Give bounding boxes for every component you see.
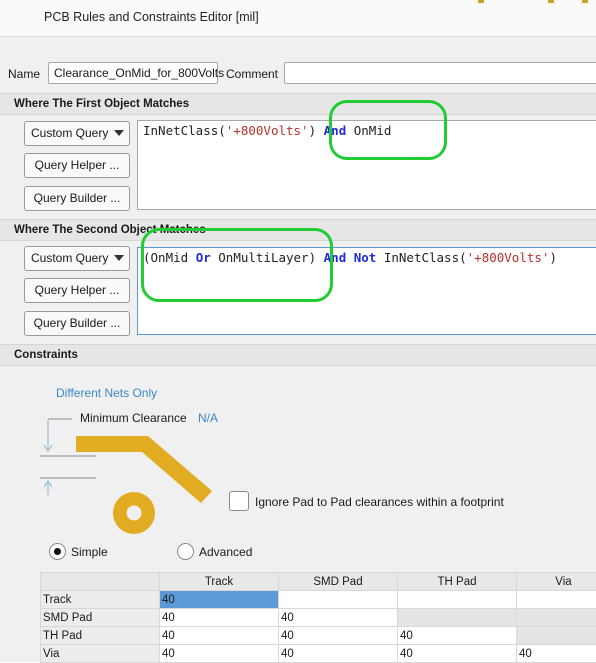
clearance-cell	[398, 591, 517, 609]
first-query-type-label: Custom Query	[31, 126, 108, 140]
clearance-cell[interactable]: 40	[160, 609, 279, 627]
clearance-cell	[517, 609, 596, 627]
comment-label: Comment	[226, 67, 278, 81]
window-title: PCB Rules and Constraints Editor [mil]	[44, 10, 259, 24]
min-clearance-value[interactable]: N/A	[198, 411, 218, 425]
clearance-cell	[517, 627, 596, 645]
advanced-mode-label: Advanced	[199, 545, 252, 559]
query-keyword: And	[324, 250, 347, 265]
column-header: SMD Pad	[279, 573, 398, 591]
clearance-cell[interactable]: 40	[398, 627, 517, 645]
second-query-editor[interactable]: (OnMid Or OnMultiLayer) And Not InNetCla…	[137, 247, 596, 335]
first-object-header: Where The First Object Matches	[0, 93, 596, 115]
chevron-down-icon	[114, 130, 124, 136]
clearance-cell	[517, 591, 596, 609]
first-query-builder-button[interactable]: Query Builder ...	[24, 186, 130, 211]
name-label: Name	[8, 67, 40, 81]
row-header: SMD Pad	[41, 609, 160, 627]
query-token: (OnMid	[143, 250, 196, 265]
query-token: )	[549, 250, 557, 265]
query-string: '+800Volts'	[226, 123, 309, 138]
second-query-type-label: Custom Query	[31, 251, 108, 265]
clearance-cell[interactable]: 40	[279, 645, 398, 663]
clearance-cell	[279, 591, 398, 609]
row-header: Track	[41, 591, 160, 609]
clearance-cell[interactable]: 40	[398, 645, 517, 663]
second-object-header: Where The Second Object Matches	[0, 219, 596, 241]
second-query-helper-button[interactable]: Query Helper ...	[24, 278, 130, 303]
query-token: OnMid	[346, 123, 391, 138]
table-row: SMD Pad 40 40	[41, 609, 596, 627]
rule-comment-field[interactable]	[284, 62, 596, 84]
row-header: TH Pad	[41, 627, 160, 645]
query-keyword: And	[324, 123, 347, 138]
simple-mode-radio[interactable]	[49, 543, 66, 560]
rule-editor-panel: Name Clearance_OnMid_for_800Volts Commen…	[0, 36, 596, 662]
ignore-pad-label: Ignore Pad to Pad clearances within a fo…	[255, 495, 504, 509]
chevron-down-icon	[114, 255, 124, 261]
clearance-cell[interactable]: 40	[160, 591, 279, 609]
clearance-cell[interactable]: 40	[279, 627, 398, 645]
table-row: Via 40 40 40 40	[41, 645, 596, 663]
clearance-matrix: Track SMD Pad TH Pad Via Track 40 SMD Pa…	[40, 572, 596, 663]
ignore-pad-checkbox[interactable]	[229, 491, 249, 511]
first-query-type-dropdown[interactable]: Custom Query	[24, 121, 130, 146]
title-bar-decoration	[380, 0, 596, 4]
first-query-helper-button[interactable]: Query Helper ...	[24, 153, 130, 178]
column-header: Track	[160, 573, 279, 591]
corner-cell	[41, 573, 160, 591]
query-keyword: Not	[354, 250, 377, 265]
column-header: TH Pad	[398, 573, 517, 591]
query-string: '+800Volts'	[467, 250, 550, 265]
clearance-cell	[398, 609, 517, 627]
clearance-cell[interactable]: 40	[160, 645, 279, 663]
query-token: InNetClass(	[143, 123, 226, 138]
constraints-header: Constraints	[0, 344, 596, 366]
simple-mode-label: Simple	[71, 545, 108, 559]
row-header: Via	[41, 645, 160, 663]
clearance-matrix-header-row: Track SMD Pad TH Pad Via	[41, 573, 596, 591]
table-row: Track 40	[41, 591, 596, 609]
min-clearance-label: Minimum Clearance	[80, 411, 187, 425]
title-bar: PCB Rules and Constraints Editor [mil]	[0, 0, 596, 36]
rule-name-field[interactable]: Clearance_OnMid_for_800Volts	[48, 62, 218, 84]
advanced-mode-radio[interactable]	[177, 543, 194, 560]
query-token	[346, 250, 354, 265]
second-query-builder-button[interactable]: Query Builder ...	[24, 311, 130, 336]
query-token: )	[309, 123, 324, 138]
column-header: Via	[517, 573, 596, 591]
clearance-diagram	[36, 407, 226, 547]
first-query-editor[interactable]: InNetClass('+800Volts') And OnMid	[137, 120, 596, 210]
query-token: InNetClass(	[376, 250, 466, 265]
table-row: TH Pad 40 40 40	[41, 627, 596, 645]
query-token: OnMultiLayer)	[211, 250, 324, 265]
second-query-type-dropdown[interactable]: Custom Query	[24, 246, 130, 271]
clearance-cell[interactable]: 40	[517, 645, 596, 663]
clearance-cell[interactable]: 40	[279, 609, 398, 627]
net-scope-selector[interactable]: Different Nets Only	[56, 386, 157, 400]
clearance-cell[interactable]: 40	[160, 627, 279, 645]
query-keyword: Or	[196, 250, 211, 265]
